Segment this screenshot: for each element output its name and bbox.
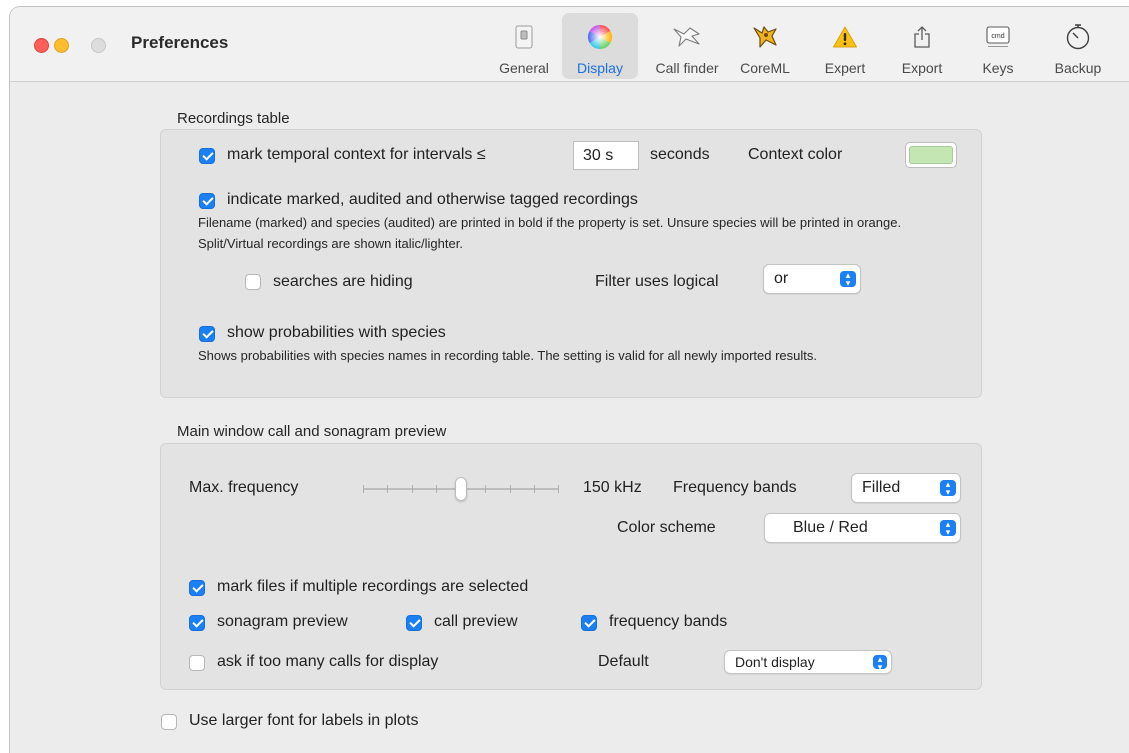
color-scheme-label: Color scheme (617, 519, 716, 536)
temporal-context-label: mark temporal context for intervals ≤ (227, 146, 486, 163)
cmd-key-icon: cmd (966, 23, 1030, 51)
ask-too-many-label: ask if too many calls for display (217, 653, 439, 670)
preferences-window: Preferences General Display Call finder … (9, 6, 1129, 753)
mark-files-label: mark files if multiple recordings are se… (217, 578, 529, 595)
default-value: Don't display (735, 654, 815, 670)
max-frequency-value: 150 kHz (583, 479, 642, 496)
color-wheel-icon (562, 23, 638, 51)
max-frequency-label: Max. frequency (189, 479, 299, 496)
recordings-table-box: mark temporal context for intervals ≤ 30… (160, 129, 982, 398)
ask-too-many-checkbox[interactable] (189, 655, 205, 671)
tab-general-label: General (499, 60, 549, 76)
zoom-button[interactable] (91, 38, 106, 53)
show-probabilities-label: show probabilities with species (227, 324, 446, 341)
color-scheme-popup[interactable]: Blue / Red ▴ ▾ (764, 513, 961, 543)
preview-section-title: Main window call and sonagram preview (177, 423, 447, 440)
context-color-swatch (909, 146, 953, 164)
window-title: Preferences (131, 33, 229, 52)
slider-knob[interactable] (455, 477, 467, 501)
searches-hiding-label: searches are hiding (273, 273, 413, 290)
preview-box: Max. frequency 150 kHz Frequency bands F… (160, 443, 982, 690)
show-probabilities-description: Shows probabilities with species names i… (198, 348, 817, 363)
recordings-table-title: Recordings table (177, 110, 290, 127)
chevron-updown-icon: ▴ ▾ (940, 520, 956, 537)
seconds-label: seconds (650, 146, 710, 163)
tab-display-label: Display (577, 60, 623, 76)
context-color-well[interactable] (905, 142, 957, 168)
coreml-bat-icon (732, 23, 798, 51)
tab-general[interactable]: General (492, 13, 556, 79)
svg-text:cmd: cmd (991, 33, 1004, 40)
max-frequency-slider[interactable] (361, 474, 563, 504)
tab-coreml-label: CoreML (740, 60, 790, 76)
tab-expert-label: Expert (824, 60, 866, 76)
bat-icon (644, 23, 730, 51)
tab-display[interactable]: Display (562, 13, 638, 79)
tab-export-label: Export (901, 60, 943, 76)
tab-coreml[interactable]: CoreML (732, 13, 798, 79)
temporal-context-checkbox[interactable] (199, 148, 215, 164)
frequency-bands-popup[interactable]: Filled ▴ ▾ (851, 473, 961, 503)
indicate-marked-checkbox[interactable] (199, 193, 215, 209)
indicate-marked-description: Filename (marked) and species (audited) … (198, 215, 902, 251)
tab-expert[interactable]: Expert (810, 13, 880, 79)
close-button[interactable] (34, 38, 49, 53)
show-probabilities-checkbox[interactable] (199, 326, 215, 342)
chevron-updown-icon: ▴ ▾ (940, 480, 956, 497)
context-color-label: Context color (748, 146, 843, 163)
tab-backup-label: Backup (1054, 60, 1102, 76)
tab-keys[interactable]: cmd Keys (966, 13, 1030, 79)
frequency-bands-check-label: frequency bands (609, 613, 728, 630)
switch-icon (492, 23, 556, 51)
filter-logical-value: or (774, 270, 789, 287)
larger-font-checkbox[interactable] (161, 714, 177, 730)
chevron-updown-icon: ▴ ▾ (873, 655, 887, 672)
call-preview-label: call preview (434, 613, 518, 630)
frequency-bands-value: Filled (862, 479, 901, 496)
default-label: Default (598, 653, 649, 670)
call-preview-checkbox[interactable] (406, 615, 422, 631)
frequency-bands-checkbox[interactable] (581, 615, 597, 631)
warning-icon (810, 23, 880, 51)
interval-seconds-field[interactable]: 30 s (573, 141, 639, 170)
frequency-bands-label: Frequency bands (673, 479, 797, 496)
larger-font-label: Use larger font for labels in plots (189, 712, 419, 729)
filter-logical-popup[interactable]: or ▴ ▾ (763, 264, 861, 294)
chevron-updown-icon: ▴ ▾ (840, 271, 856, 288)
sonagram-preview-checkbox[interactable] (189, 615, 205, 631)
minimize-button[interactable] (54, 38, 69, 53)
tab-call-finder-label: Call finder (655, 60, 719, 76)
tab-backup[interactable]: Backup (1040, 13, 1116, 79)
filter-logical-label: Filter uses logical (595, 273, 719, 290)
tab-export[interactable]: Export (886, 13, 958, 79)
share-icon (886, 23, 958, 51)
toolbar: Preferences General Display Call finder … (10, 7, 1129, 82)
sonagram-preview-label: sonagram preview (217, 613, 348, 630)
indicate-marked-label: indicate marked, audited and otherwise t… (227, 191, 638, 208)
color-scheme-value: Blue / Red (793, 519, 868, 536)
tab-keys-label: Keys (982, 60, 1014, 76)
searches-hiding-checkbox[interactable] (245, 274, 261, 290)
mark-files-checkbox[interactable] (189, 580, 205, 596)
default-popup[interactable]: Don't display ▴ ▾ (724, 650, 892, 674)
timer-icon (1040, 23, 1116, 51)
tab-call-finder[interactable]: Call finder (644, 13, 730, 79)
